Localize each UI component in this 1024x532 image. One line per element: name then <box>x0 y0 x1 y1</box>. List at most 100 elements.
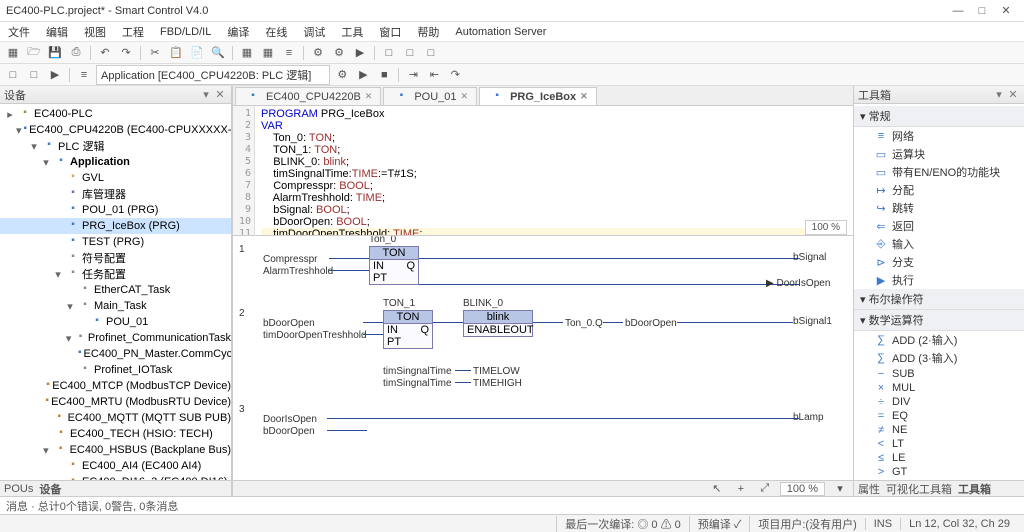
zoom-label[interactable]: 100 % <box>805 220 847 235</box>
toolbox-item[interactable]: ∑ADD (2·输入) <box>854 331 1024 349</box>
fbd-block[interactable]: TONINQPT <box>383 310 433 349</box>
tree-node[interactable]: ▾▪Main_Task <box>0 298 231 314</box>
toolbox-category[interactable]: ▾ 数学运算符 <box>854 310 1024 331</box>
toolbox-item[interactable]: >GT <box>854 465 1024 479</box>
tab-properties[interactable]: 属性 <box>858 481 880 497</box>
tree-node[interactable]: ▾▪任务配置 <box>0 266 231 282</box>
menu-编辑[interactable]: 编辑 <box>42 24 72 40</box>
application-combo[interactable]: Application [EC400_CPU4220B: PLC 逻辑] <box>96 65 330 85</box>
tree-node[interactable]: ▸▪EC400-PLC <box>0 106 231 122</box>
zoom-fit-icon[interactable]: ⤢ <box>756 480 774 497</box>
fbd-block[interactable]: TONINQPT <box>369 246 419 285</box>
tree-node[interactable]: ▪EC400_MTCP (ModbusTCP Device) <box>0 378 231 394</box>
toolbar-icon[interactable]: 🗁 <box>25 44 43 62</box>
menu-编译[interactable]: 编译 <box>223 24 253 40</box>
toolbox-item[interactable]: ∑ADD (3·输入) <box>854 349 1024 367</box>
toolbox-item[interactable]: ▶执行 <box>854 271 1024 289</box>
declaration-editor[interactable]: 1234567891011121314 PROGRAM PRG_IceBoxVA… <box>233 106 853 236</box>
tree-node[interactable]: ▪库管理器 <box>0 186 231 202</box>
fbd-diagram[interactable]: 1CompressprAlarmTreshholdTONINQPTTon_0bS… <box>233 236 853 480</box>
editor-tab[interactable]: ▪POU_01✕ <box>383 87 477 105</box>
close-button[interactable]: ✕ <box>994 4 1018 17</box>
tree-node[interactable]: ▪EC400_AI4 (EC400 AI4) <box>0 458 231 474</box>
toolbox-item[interactable]: ÷DIV <box>854 395 1024 409</box>
toolbar-icon[interactable]: □ <box>380 44 398 62</box>
toolbox-item[interactable]: ≠NE <box>854 423 1024 437</box>
toolbar-icon[interactable]: 🔍 <box>209 44 227 62</box>
toolbar-icon[interactable]: □ <box>25 66 43 84</box>
toolbar-icon[interactable]: ⚙ <box>333 66 351 84</box>
zoom-in-icon[interactable]: + <box>732 480 750 497</box>
fbd-block[interactable]: blinkENABLEOUT <box>463 310 533 337</box>
tree-node[interactable]: ▪EC400_MRTU (ModbusRTU Device) <box>0 394 231 410</box>
toolbox-item[interactable]: ↦分配 <box>854 181 1024 199</box>
tab-close-icon[interactable]: ✕ <box>365 91 373 102</box>
toolbox-item[interactable]: ⇐返回 <box>854 217 1024 235</box>
toolbar-icon[interactable]: 💾 <box>46 44 64 62</box>
toolbox-item[interactable]: ≤LE <box>854 451 1024 465</box>
toolbar-icon[interactable]: ↷ <box>117 44 135 62</box>
toolbox-item[interactable]: ⎆输入 <box>854 235 1024 253</box>
toolbox-item[interactable]: ▭带有EN/ENO的功能块 <box>854 163 1024 181</box>
toolbar-icon[interactable]: ▦ <box>238 44 256 62</box>
toolbar-icon[interactable]: ■ <box>375 66 393 84</box>
toolbox-item[interactable]: ▭运算块 <box>854 145 1024 163</box>
toolbar-icon[interactable]: □ <box>4 66 22 84</box>
tree-node[interactable]: ▪EC400_MQTT (MQTT SUB PUB) <box>0 410 231 426</box>
toolbar-icon[interactable]: ↶ <box>96 44 114 62</box>
menu-视图[interactable]: 视图 <box>80 24 110 40</box>
tab-vis-toolbox[interactable]: 可视化工具箱 <box>886 481 952 497</box>
toolbar-icon[interactable]: □ <box>401 44 419 62</box>
toolbox-category[interactable]: ▾ 常规 <box>854 106 1024 127</box>
menu-工具[interactable]: 工具 <box>337 24 367 40</box>
toolbox-item[interactable]: =EQ <box>854 409 1024 423</box>
tab-toolbox[interactable]: 工具箱 <box>958 481 991 497</box>
tree-node[interactable]: ▾▪Application <box>0 154 231 170</box>
toolbar-icon[interactable]: ⇤ <box>425 66 443 84</box>
toolbox-item[interactable]: −SUB <box>854 367 1024 381</box>
tree-node[interactable]: ▪TEST (PRG) <box>0 234 231 250</box>
maximize-button[interactable]: □ <box>970 5 994 17</box>
toolbox-item[interactable]: ⊳分支 <box>854 253 1024 271</box>
toolbox-item[interactable]: ↪跳转 <box>854 199 1024 217</box>
tree-node[interactable]: ▾▪EC400_HSBUS (Backplane Bus) <box>0 442 231 458</box>
toolbar-icon[interactable]: ≡ <box>75 66 93 84</box>
panel-close-icon[interactable]: ✕ <box>213 88 227 101</box>
tab-pous[interactable]: POUs <box>4 483 33 495</box>
toolbar-icon[interactable]: ▦ <box>4 44 22 62</box>
tab-close-icon[interactable]: ✕ <box>461 91 469 102</box>
toolbar-icon[interactable]: ▦ <box>259 44 277 62</box>
tree-node[interactable]: ▪POU_01 <box>0 314 231 330</box>
minimize-button[interactable]: — <box>946 5 970 17</box>
toolbar-icon[interactable]: ↷ <box>446 66 464 84</box>
tree-node[interactable]: ▪EC400_PN_Master.CommCycle <box>0 346 231 362</box>
zoom-dropdown-icon[interactable]: ▾ <box>831 480 849 497</box>
panel-dropdown-icon[interactable]: ▾ <box>199 88 213 101</box>
menu-文件[interactable]: 文件 <box>4 24 34 40</box>
tab-devices[interactable]: 设备 <box>39 481 61 497</box>
toolbar-icon[interactable]: 📄 <box>188 44 206 62</box>
zoom-label-2[interactable]: 100 % <box>780 482 825 496</box>
tree-node[interactable]: ▾▪EC400_CPU4220B (EC400-CPUXXXXX-PA2) <box>0 122 231 138</box>
tree-node[interactable]: ▪EC400_TECH (HSIO: TECH) <box>0 426 231 442</box>
toolbar-icon[interactable]: ⎙ <box>67 44 85 62</box>
menu-FBD/LD/IL[interactable]: FBD/LD/IL <box>156 26 215 38</box>
tree-node[interactable]: ▾▪PLC 逻辑 <box>0 138 231 154</box>
tree-node[interactable]: ▪Profinet_IOTask <box>0 362 231 378</box>
message-bar[interactable]: 消息 · 总计0个错误, 0警告, 0条消息 <box>0 496 1024 514</box>
tree-node[interactable]: ▪PRG_IceBox (PRG) <box>0 218 231 234</box>
toolbox-item[interactable]: <LT <box>854 437 1024 451</box>
toolbar-icon[interactable]: ✂ <box>146 44 164 62</box>
tree-node[interactable]: ▪GVL <box>0 170 231 186</box>
menu-工程[interactable]: 工程 <box>118 24 148 40</box>
cursor-tool-icon[interactable]: ↖ <box>708 480 726 497</box>
tree-node[interactable]: ▪POU_01 (PRG) <box>0 202 231 218</box>
menu-在线[interactable]: 在线 <box>261 24 291 40</box>
tree-node[interactable]: ▪符号配置 <box>0 250 231 266</box>
toolbar-icon[interactable]: ⚙ <box>309 44 327 62</box>
toolbar-icon[interactable]: ⚙ <box>330 44 348 62</box>
menu-帮助[interactable]: 帮助 <box>413 24 443 40</box>
toolbar-icon[interactable]: □ <box>422 44 440 62</box>
device-tree[interactable]: ▸▪EC400-PLC▾▪EC400_CPU4220B (EC400-CPUXX… <box>0 104 231 480</box>
toolbox-item[interactable]: ×MUL <box>854 381 1024 395</box>
